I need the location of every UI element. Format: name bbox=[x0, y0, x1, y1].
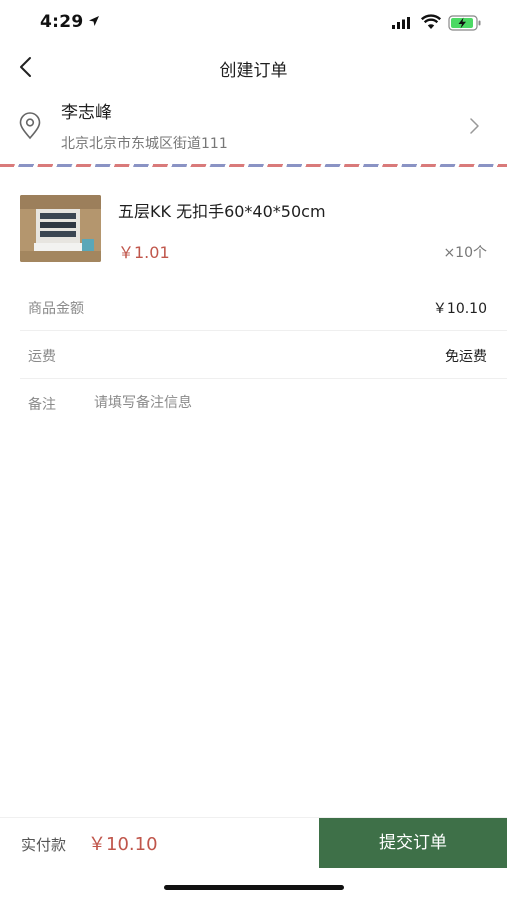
goods-amount-row: 商品金额 ￥10.10 bbox=[20, 283, 507, 331]
remark-label: 备注 bbox=[28, 397, 56, 413]
location-arrow-icon bbox=[89, 16, 99, 26]
nav-bar: 创建订单 bbox=[0, 44, 507, 90]
goods-amount-value: ￥10.10 bbox=[432, 301, 487, 317]
wifi-icon bbox=[421, 14, 441, 29]
address-detail: 北京北京市东城区街道111 bbox=[61, 136, 228, 152]
submit-order-button[interactable]: 提交订单 bbox=[319, 818, 507, 868]
chevron-right-icon bbox=[470, 118, 479, 134]
product-image bbox=[20, 195, 101, 262]
shipping-label: 运费 bbox=[28, 349, 56, 365]
recipient-name: 李志峰 bbox=[61, 103, 112, 123]
checkout-bar: 实付款 ￥10.10 提交订单 bbox=[0, 817, 507, 868]
status-bar: 4:29 bbox=[0, 0, 507, 44]
product-price: ￥1.01 bbox=[118, 243, 170, 262]
remark-input[interactable] bbox=[94, 388, 484, 418]
envelope-divider bbox=[0, 164, 507, 167]
battery-charging-icon bbox=[448, 15, 481, 31]
remark-row: 备注 bbox=[20, 379, 507, 427]
page-title: 创建订单 bbox=[219, 61, 288, 81]
pay-label: 实付款 bbox=[21, 836, 67, 854]
address-card[interactable]: 李志峰 北京北京市东城区街道111 bbox=[0, 90, 507, 164]
home-indicator bbox=[164, 885, 344, 890]
product-quantity: ×10个 bbox=[443, 245, 487, 261]
pay-amount: ￥10.10 bbox=[88, 834, 158, 855]
cellular-signal-icon bbox=[392, 17, 410, 29]
shipping-value: 免运费 bbox=[445, 349, 487, 365]
goods-amount-label: 商品金额 bbox=[28, 301, 84, 317]
status-time: 4:29 bbox=[40, 12, 84, 32]
product-item: 五层KK 无扣手60*40*50cm ￥1.01 ×10个 bbox=[0, 180, 507, 280]
product-name: 五层KK 无扣手60*40*50cm bbox=[118, 202, 326, 221]
shipping-row: 运费 免运费 bbox=[20, 331, 507, 379]
location-pin-icon bbox=[19, 112, 41, 140]
